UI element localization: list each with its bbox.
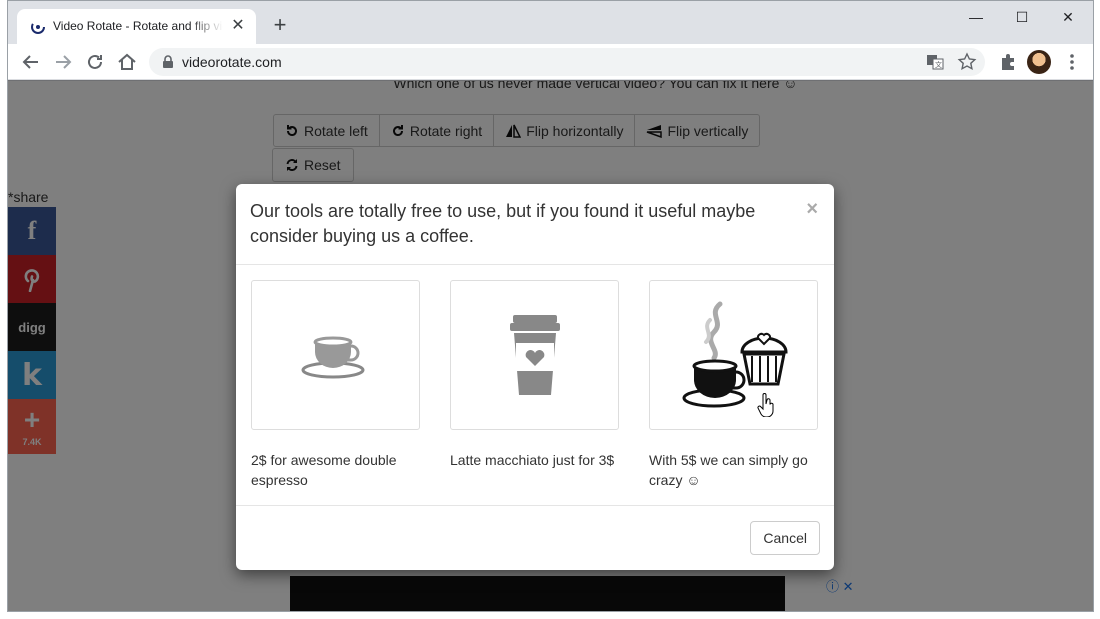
latte-caption: Latte macchiato just for 3$	[450, 452, 615, 468]
espresso-cup-icon	[301, 336, 364, 379]
cancel-button[interactable]: Cancel	[750, 521, 820, 555]
url-text: videorotate.com	[182, 54, 282, 70]
tab-close-icon[interactable]: ✕	[230, 18, 246, 34]
lock-icon	[163, 55, 173, 68]
tab-strip: Video Rotate - Rotate and flip video ✕ +…	[8, 1, 1093, 44]
address-bar[interactable]: videorotate.com 文	[149, 48, 985, 76]
modal-close-icon[interactable]: ×	[806, 198, 818, 221]
modal-footer-divider	[236, 505, 834, 506]
maximize-button[interactable]: ☐	[999, 5, 1045, 29]
bookmark-star-icon[interactable]	[957, 52, 977, 72]
modal-title: Our tools are totally free to use, but i…	[250, 201, 756, 246]
browser-toolbar: videorotate.com 文	[8, 44, 1093, 80]
home-icon[interactable]	[115, 50, 139, 74]
reload-icon[interactable]	[83, 50, 107, 74]
espresso-option-card[interactable]	[251, 280, 420, 430]
browser-tab[interactable]: Video Rotate - Rotate and flip video ✕	[17, 9, 256, 44]
modal-divider	[236, 264, 834, 265]
hand-cursor-icon	[757, 393, 774, 417]
profile-avatar[interactable]	[1027, 50, 1051, 74]
back-icon[interactable]	[19, 50, 43, 74]
close-window-button[interactable]: ✕	[1045, 5, 1091, 29]
takeaway-cup-icon	[509, 315, 560, 395]
svg-text:文: 文	[935, 60, 942, 69]
kebab-menu-icon[interactable]	[1060, 50, 1084, 74]
tab-title: Video Rotate - Rotate and flip video	[53, 19, 223, 33]
site-favicon-icon	[31, 20, 45, 34]
crazy-caption: With 5$ we can simply go crazy ☺	[649, 452, 808, 488]
new-tab-icon[interactable]: +	[270, 14, 290, 36]
minimize-button[interactable]: —	[953, 5, 999, 29]
translate-icon[interactable]: 文	[925, 52, 945, 72]
espresso-caption: 2$ for awesome double espresso	[251, 452, 397, 488]
forward-icon[interactable]	[51, 50, 75, 74]
latte-option-card[interactable]	[450, 280, 619, 430]
donation-modal: Our tools are totally free to use, but i…	[236, 184, 834, 570]
crazy-option-card[interactable]	[649, 280, 818, 430]
extensions-puzzle-icon[interactable]	[996, 50, 1020, 74]
